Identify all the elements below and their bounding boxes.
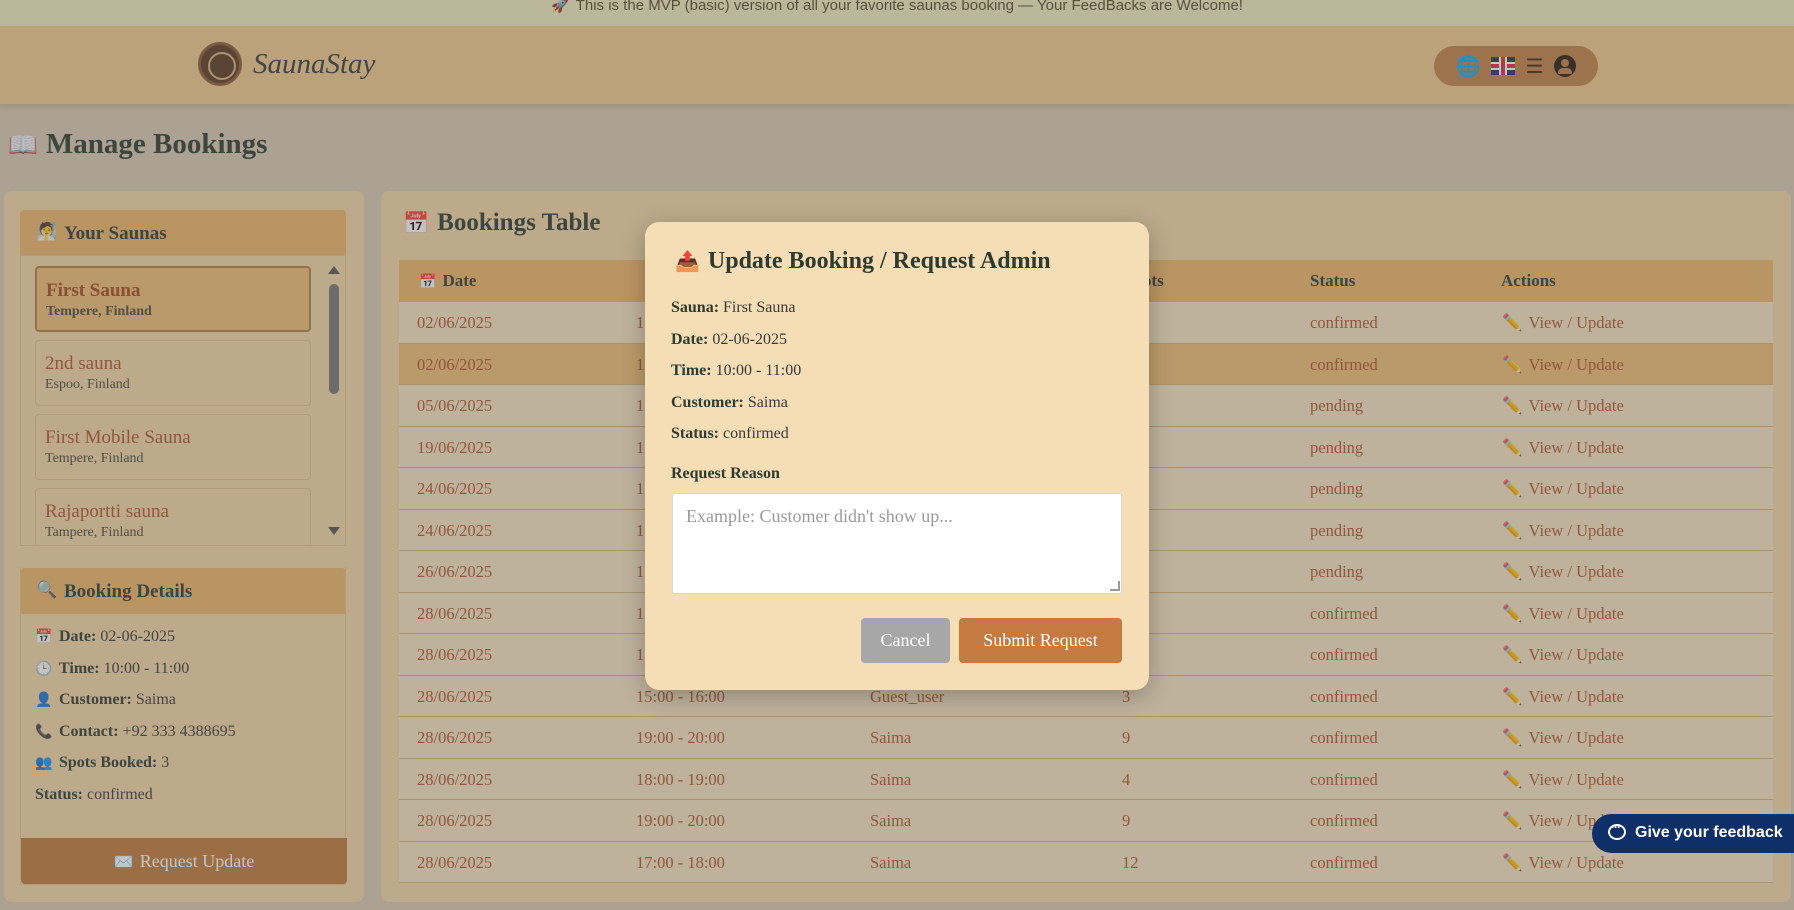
update-booking-modal: 📤 Update Booking / Request Admin Sauna: F…: [645, 222, 1149, 690]
modal-title: 📤 Update Booking / Request Admin: [675, 248, 1051, 274]
modal-sauna: Sauna: First Sauna: [671, 299, 796, 316]
modal-date: Date: 02-06-2025: [671, 331, 787, 348]
submit-request-button[interactable]: Submit Request: [959, 618, 1122, 663]
chat-bubble-icon: [1608, 820, 1626, 840]
inbox-upload-icon: 📤: [675, 249, 700, 273]
modal-time: Time: 10:00 - 11:00: [671, 362, 802, 379]
feedback-button[interactable]: Give your feedback: [1592, 814, 1794, 853]
resize-handle-icon[interactable]: [1110, 581, 1120, 591]
modal-customer: Customer: Saima: [671, 394, 788, 411]
cancel-button[interactable]: Cancel: [861, 618, 950, 663]
request-reason-input[interactable]: [672, 493, 1122, 594]
modal-status: Status: confirmed: [671, 425, 789, 442]
request-reason-label: Request Reason: [671, 465, 780, 482]
